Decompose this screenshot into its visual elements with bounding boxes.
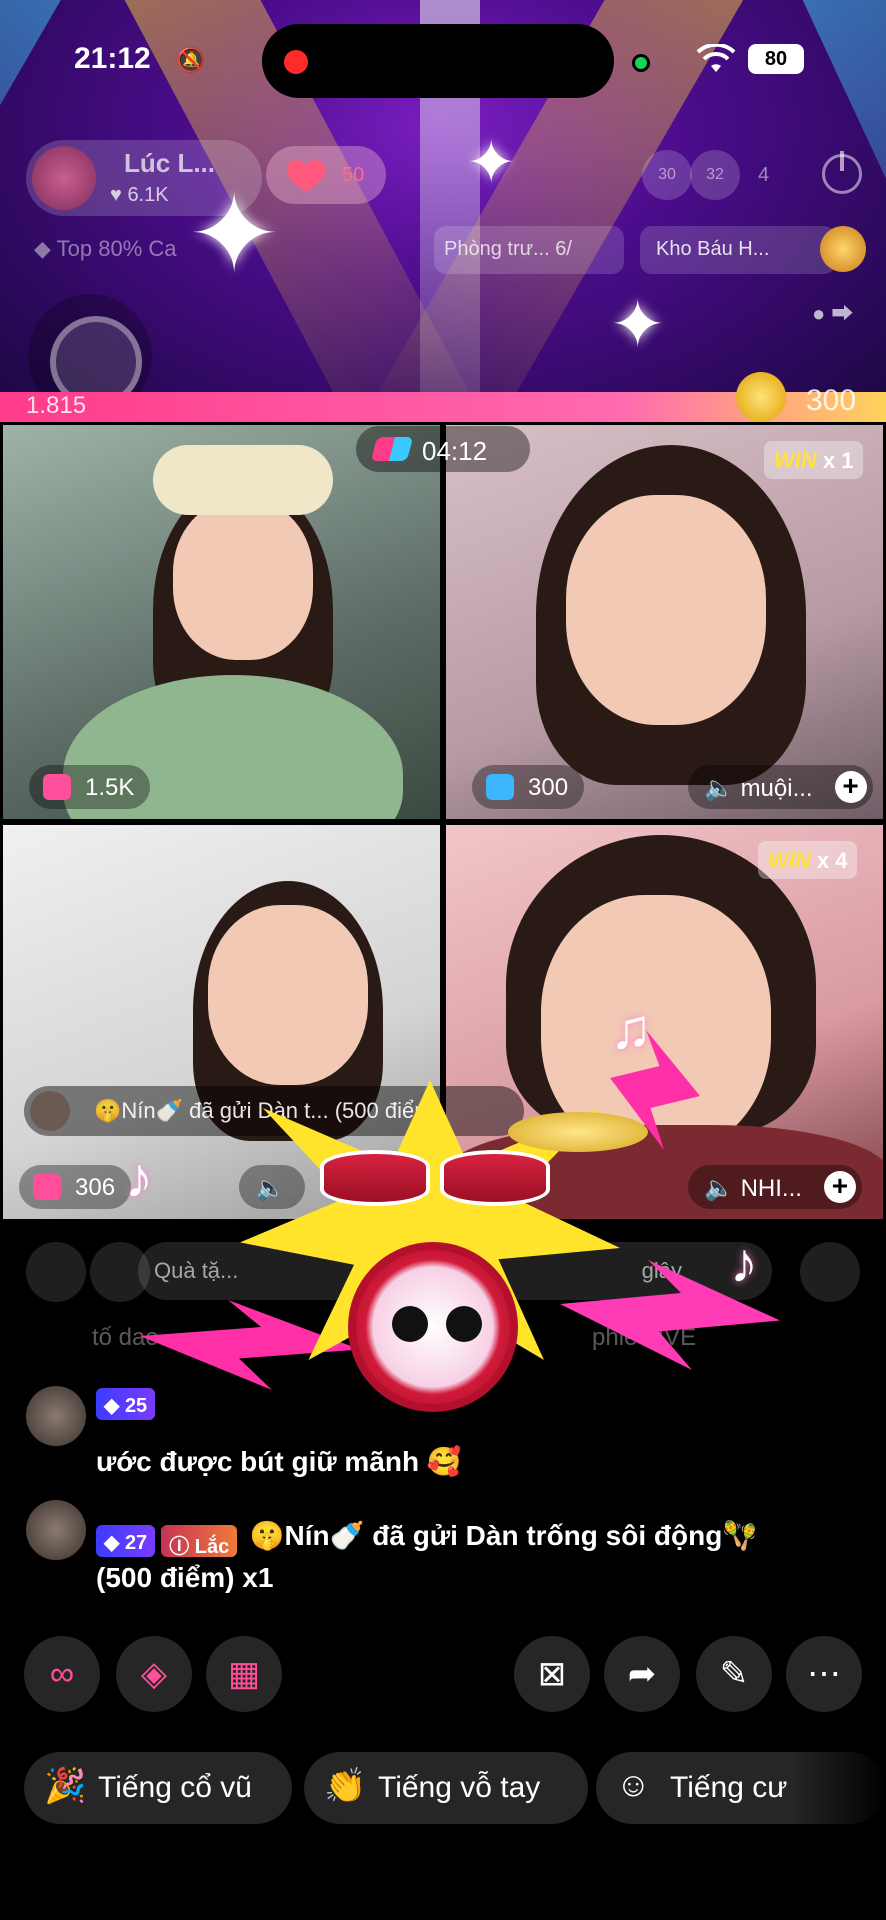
guest-mic-pill[interactable]: 🔈 muội... +: [688, 765, 873, 809]
guest-tile-2[interactable]: WIN x 1 300 🔈 muội... +: [443, 422, 886, 822]
add-guest-icon[interactable]: +: [834, 771, 867, 803]
share-button[interactable]: ➦: [604, 1636, 680, 1712]
score-right: 300: [806, 384, 857, 417]
win-label: WIN: [768, 848, 811, 873]
heart-count: 50: [342, 164, 365, 186]
follow-heart-button[interactable]: 50: [266, 146, 386, 204]
drum-eye: [446, 1306, 482, 1342]
cymbal-shape: [508, 1112, 648, 1152]
guest-name: muội...: [740, 775, 813, 802]
viewer-avatar[interactable]: [26, 1242, 86, 1302]
guest-mic-pill[interactable]: 🔈 NHI... +: [688, 1165, 862, 1209]
more-options-button[interactable]: ⋯: [786, 1636, 862, 1712]
battle-timer: 04:12: [356, 426, 530, 472]
camera-indicator-icon: [632, 54, 650, 72]
minimize-icon[interactable]: ● ⮕: [812, 296, 853, 328]
party-popper-icon: 🎉: [44, 1767, 87, 1805]
comment-text: 🤫Nín🍼 đã gửi Dàn trống sôi động🪇: [249, 1520, 758, 1551]
tile-score-badge: 306: [19, 1165, 132, 1209]
sparkle-icon: ✦: [466, 129, 517, 196]
quick-reply-label: Tiếng cư: [670, 1771, 788, 1804]
viewer-avatar[interactable]: 30: [642, 150, 692, 200]
wifi-icon: [696, 42, 736, 82]
score-emoji-icon: [736, 372, 786, 422]
alarm-icon: [486, 774, 514, 800]
multi-guest-button[interactable]: ∞: [24, 1636, 100, 1712]
music-note-icon: ♪: [730, 1231, 758, 1294]
speaker-icon: 🔈: [704, 1175, 734, 1202]
recording-icon: [284, 50, 308, 74]
battery-indicator: 80: [748, 44, 804, 74]
alarm-icon: [33, 1174, 61, 1200]
tile-score: 306: [75, 1174, 116, 1201]
treasure-chest-icon[interactable]: [820, 226, 866, 272]
speaker-icon: 🔈: [704, 775, 734, 802]
timer-text: 04:12: [422, 436, 488, 466]
level-number: 27: [124, 1531, 148, 1554]
battle-button[interactable]: ◈: [116, 1636, 192, 1712]
alarm-icon: [43, 774, 71, 800]
host-avatar[interactable]: [32, 146, 96, 210]
viewer-count[interactable]: 4: [758, 164, 769, 187]
host-likes-count: 6.1K: [127, 184, 169, 206]
comment-toggle-button[interactable]: ⊠: [514, 1636, 590, 1712]
comment-text-continued: (500 điểm) x1: [96, 1562, 274, 1593]
streamer-face: [173, 500, 313, 660]
tile-score: 300: [528, 774, 569, 801]
drum-gift-animation: ♫ ♪: [140, 997, 780, 1480]
clap-icon: 👏: [324, 1767, 367, 1805]
tile-score-badge: 300: [472, 765, 585, 809]
streamer-face: [566, 495, 766, 725]
quick-reply-label: Tiếng vỗ tay: [378, 1771, 541, 1804]
frog-headband: [153, 445, 333, 515]
battle-icon: [370, 437, 414, 461]
tile-score: 1.5K: [85, 774, 135, 801]
viewer-avatar[interactable]: [800, 1242, 860, 1302]
rank-text: Top 80% Ca: [56, 236, 177, 261]
win-label: WIN: [774, 448, 817, 473]
smile-icon: ☺: [616, 1766, 651, 1804]
drum-tom: [320, 1150, 430, 1206]
drum-tom: [440, 1150, 550, 1206]
rank-chip[interactable]: ◆ Top 80% Ca: [34, 236, 177, 262]
host-name[interactable]: Lúc L...: [124, 148, 215, 179]
quick-reply-clap[interactable]: 👏 Tiếng vỗ tay: [304, 1752, 588, 1824]
dynamic-island: [262, 24, 614, 98]
sparkle-icon: ✦: [610, 287, 666, 361]
status-time: 21:12: [74, 42, 151, 75]
music-note-icon: ♫: [610, 997, 652, 1060]
bell-off-icon: 🔕: [176, 47, 206, 74]
quick-reply-label: Tiếng cổ vũ: [98, 1771, 252, 1804]
quick-reply-cheer[interactable]: 🎉 Tiếng cổ vũ: [24, 1752, 292, 1824]
more-features-button[interactable]: ▦: [206, 1636, 282, 1712]
host-likes: ♥ 6.1K: [110, 184, 169, 206]
heart-icon: [286, 159, 326, 192]
win-badge: WIN x 1: [764, 441, 864, 479]
sender-avatar: [30, 1091, 70, 1131]
scroll-fade: [790, 1740, 886, 1840]
win-count: x 1: [822, 448, 854, 473]
win-count: x 4: [816, 848, 848, 873]
drum-face-icon: [348, 1242, 518, 1412]
drum-eye: [392, 1306, 428, 1342]
effects-wand-button[interactable]: ✎: [696, 1636, 772, 1712]
treasure-chip[interactable]: Kho Báu H...: [640, 226, 836, 274]
close-live-icon[interactable]: [822, 151, 862, 194]
commenter-avatar[interactable]: [26, 1386, 86, 1446]
guest-tile-1[interactable]: 1.5K: [0, 422, 443, 822]
win-badge: WIN x 4: [758, 841, 858, 879]
add-guest-icon[interactable]: +: [823, 1171, 856, 1203]
guest-name: NHI...: [740, 1175, 802, 1202]
viewer-avatar[interactable]: 32: [690, 150, 740, 200]
tile-score-badge: 1.5K: [29, 765, 151, 809]
score-left: 1.815: [26, 392, 87, 419]
room-chip[interactable]: Phòng trư... 6/: [434, 226, 624, 274]
commenter-avatar[interactable]: [26, 1500, 86, 1560]
